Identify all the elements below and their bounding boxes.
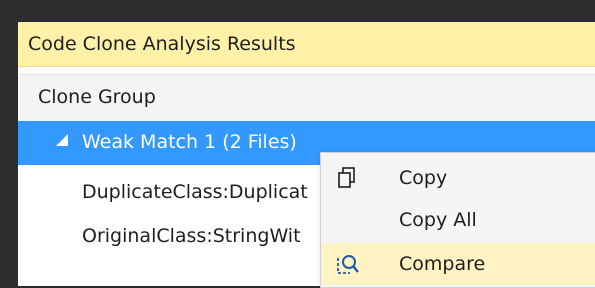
menu-item-label: Copy All <box>399 209 477 231</box>
window-frame: Code Clone Analysis Results Clone Group … <box>0 0 595 288</box>
menu-item-label: Compare <box>399 253 486 275</box>
column-header-clone-group[interactable]: Clone Group <box>18 74 595 122</box>
menu-item-copy[interactable]: Copy <box>321 157 595 199</box>
expand-triangle-icon[interactable] <box>56 134 68 146</box>
context-menu: Copy Copy All Compare <box>320 152 595 288</box>
copy-icon <box>335 166 359 190</box>
column-header-label: Clone Group <box>38 86 156 108</box>
file-label: DuplicateClass:Duplicat <box>82 181 308 203</box>
panel-title-bar[interactable]: Code Clone Analysis Results <box>18 22 595 67</box>
clone-group-label: Weak Match 1 (2 Files) <box>82 131 297 153</box>
file-label: OriginalClass:StringWit <box>82 225 301 247</box>
menu-item-copy-all[interactable]: Copy All <box>321 199 595 241</box>
menu-item-compare[interactable]: Compare <box>321 243 595 285</box>
compare-icon <box>335 252 359 276</box>
panel-title: Code Clone Analysis Results <box>28 33 296 55</box>
menu-item-label: Copy <box>399 167 448 189</box>
